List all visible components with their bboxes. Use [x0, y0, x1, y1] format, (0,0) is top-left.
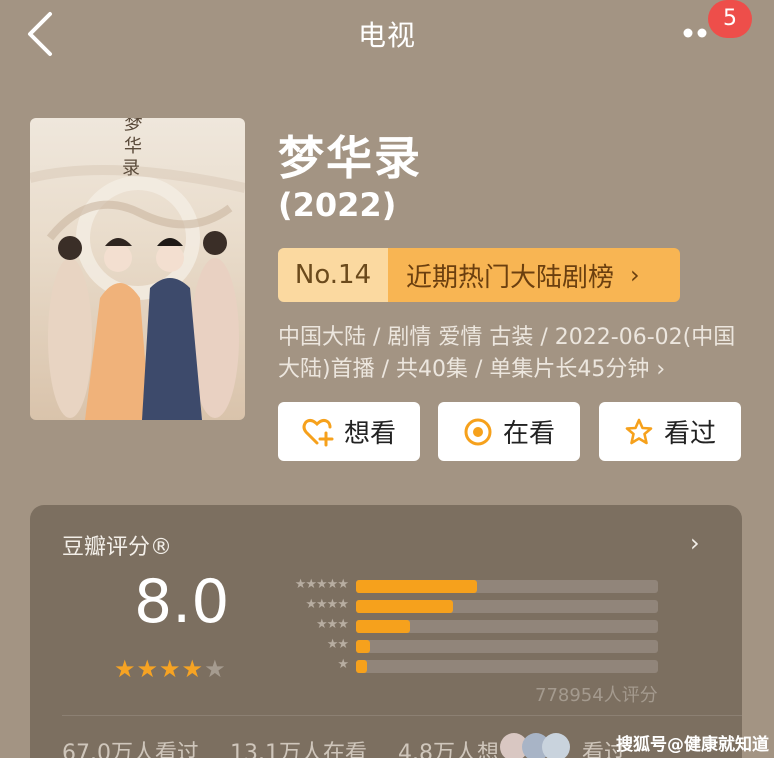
watched-button[interactable]: 看过: [599, 402, 741, 461]
rating-bar-track: [356, 640, 658, 653]
poster-illustration: 梦 华 录: [30, 118, 245, 420]
rank-number: No.14: [278, 248, 388, 302]
svg-text:华: 华: [124, 136, 142, 157]
watch-stats[interactable]: 67.0万人看过 13.1万人在看 4.8万人想: [62, 735, 523, 758]
svg-text:录: 录: [122, 158, 140, 179]
rating-bar-label: ★★★★★: [294, 577, 349, 592]
rating-bar-fill: [356, 660, 367, 673]
watching-button[interactable]: 在看: [438, 402, 580, 461]
rank-list-name: 近期热门大陆剧榜 ›: [388, 248, 680, 302]
rating-bar-track: [356, 580, 658, 593]
rating-bar-label: ★★★★: [305, 597, 349, 612]
rating-bar-fill: [356, 640, 370, 653]
heart-plus-icon: [302, 418, 334, 446]
rating-bar-row: ★★★★: [268, 597, 668, 613]
rating-bar-row: ★★★: [268, 617, 668, 633]
rating-bar-track: [356, 660, 658, 673]
movie-title: 梦华录: [278, 131, 422, 185]
want-to-watch-button[interactable]: 想看: [278, 402, 420, 461]
rating-count: 778954人评分: [535, 685, 658, 706]
rating-bar-label: ★★: [326, 637, 349, 652]
notification-badge[interactable]: 5: [708, 0, 752, 38]
movie-meta-text: 中国大陆 / 剧情 爱情 古装 / 2022-06-02(中国大陆)首播 / 共…: [278, 325, 736, 382]
meta-chevron-icon: ›: [656, 357, 666, 382]
rating-bar-label: ★★★: [316, 617, 349, 632]
rating-bar-fill: [356, 580, 477, 593]
rating-bar-label: ★: [337, 657, 349, 672]
stat-watching: 13.1万人在看: [230, 741, 367, 758]
svg-text:梦: 梦: [122, 118, 143, 136]
rating-bar-row: ★★: [268, 637, 668, 653]
rating-score: 8.0: [134, 567, 230, 637]
rating-bar-fill: [356, 600, 453, 613]
rank-banner[interactable]: No.14 近期热门大陆剧榜 ›: [278, 248, 680, 302]
star-filled-icon: ★: [159, 655, 182, 683]
rating-bar-row: ★★★★★: [268, 577, 668, 593]
chevron-right-icon: ›: [630, 261, 640, 289]
rank-list-label: 近期热门大陆剧榜: [406, 262, 615, 293]
target-icon: [464, 418, 492, 445]
stat-watched: 67.0万人看过: [62, 741, 199, 758]
rating-bar-track: [356, 600, 658, 613]
star-empty-icon: ★: [204, 655, 227, 683]
rating-stars: ★★★★★: [114, 655, 227, 683]
star-filled-icon: ★: [114, 655, 137, 683]
star-icon: [625, 418, 653, 444]
star-filled-icon: ★: [181, 655, 205, 683]
watermark: 搜狐号@健康就知道: [616, 735, 769, 755]
movie-year: (2022): [278, 186, 397, 224]
chevron-right-icon[interactable]: ›: [690, 529, 700, 557]
friend-avatars[interactable]: [498, 731, 578, 758]
want-label: 想看: [343, 419, 396, 449]
rating-bar-fill: [356, 620, 411, 633]
rating-bar-track: [356, 620, 658, 633]
watching-label: 在看: [502, 419, 555, 449]
rating-card[interactable]: 豆瓣评分® › 8.0 ★★★★★ ★★★★★ ★★★★ ★★★ ★★ ★ 778954…: [30, 505, 742, 758]
divider: [62, 715, 742, 716]
movie-meta[interactable]: 中国大陆 / 剧情 爱情 古装 / 2022-06-02(中国大陆)首播 / 共…: [278, 322, 738, 386]
watched-label: 看过: [663, 419, 716, 449]
page-title: 电视: [357, 19, 416, 52]
star-filled-icon: ★: [136, 655, 160, 683]
top-bar: 电视 5: [0, 0, 774, 70]
rating-title: 豆瓣评分®: [62, 535, 173, 560]
poster-image[interactable]: 梦 华 录: [30, 118, 245, 420]
rating-bar-row: ★: [268, 657, 668, 673]
stat-want: 4.8万人想: [398, 741, 499, 758]
